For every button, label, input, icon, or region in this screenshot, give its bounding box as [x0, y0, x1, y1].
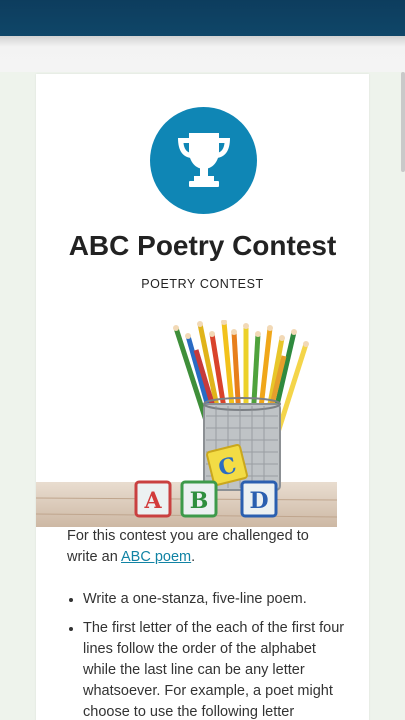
secondary-nav-bar: [0, 36, 405, 72]
category-label: POETRY CONTEST: [141, 277, 264, 291]
letter-block-a: A: [134, 480, 172, 518]
intro-text-after: .: [191, 549, 196, 565]
trophy-icon: [177, 132, 230, 187]
contest-card: ABC Poetry Contest POETRY CONTEST C A B …: [36, 74, 369, 720]
letter-block-b: B: [180, 480, 218, 518]
rule-item: The first letter of the each of the firs…: [67, 618, 347, 720]
top-header-bar: [0, 0, 405, 36]
hero-image: C A B D: [36, 320, 337, 527]
abc-poem-link[interactable]: ABC poem: [121, 549, 191, 565]
rules-list: Write a one-stanza, five-line poem. The …: [67, 589, 347, 720]
trophy-badge: [150, 107, 257, 214]
page-title: ABC Poetry Contest: [68, 230, 337, 261]
letter-block-d: D: [240, 480, 278, 518]
scrollbar[interactable]: [401, 72, 405, 172]
rule-item: Write a one-stanza, five-line poem.: [67, 589, 347, 610]
letter-block-c: C: [206, 444, 248, 486]
svg-text:D: D: [249, 488, 268, 514]
svg-text:A: A: [143, 488, 162, 514]
svg-text:B: B: [190, 488, 209, 514]
intro-text: For this contest you are challenged to w…: [67, 526, 337, 568]
